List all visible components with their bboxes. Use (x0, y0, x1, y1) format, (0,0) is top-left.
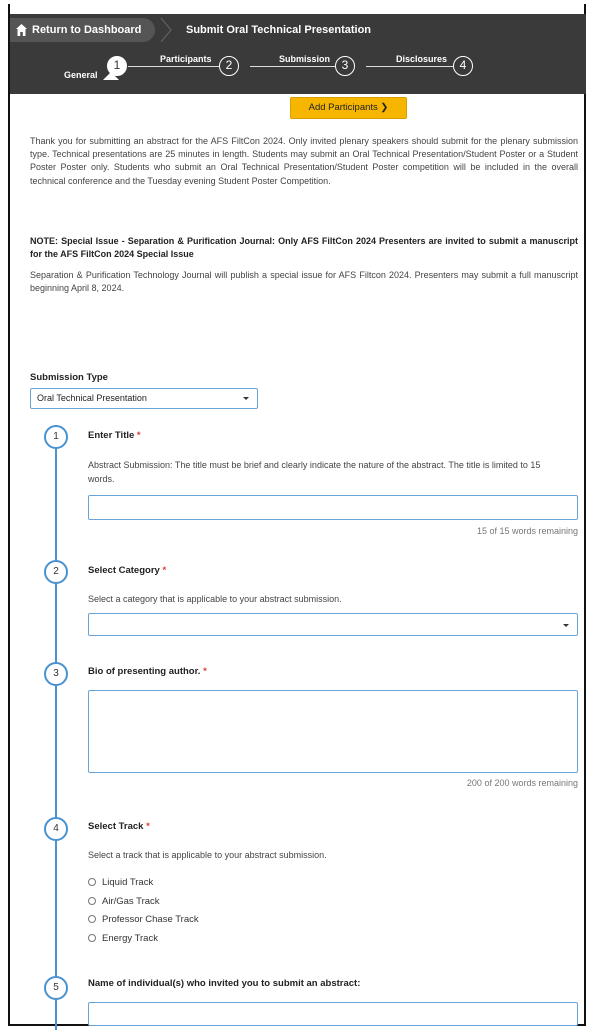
bio-label: Bio of presenting author. * (88, 666, 207, 677)
track-option-energy[interactable]: Energy Track (88, 933, 158, 944)
required-marker: * (162, 565, 167, 576)
question-number-3: 3 (44, 662, 68, 686)
question-number-2: 2 (44, 560, 68, 584)
step-connector (128, 66, 228, 67)
radio-icon (88, 934, 96, 942)
add-participants-button[interactable]: Add Participants ❯ (290, 97, 407, 119)
wizard-steps: General 1 Participants 2 Submission 3 Di… (10, 48, 586, 94)
step-connector (250, 66, 345, 67)
track-option-label: Liquid Track (102, 877, 154, 888)
enter-title-help: Abstract Submission: The title must be b… (88, 460, 541, 484)
submission-type-value: Oral Technical Presentation (37, 393, 147, 403)
select-track-help: Select a track that is applicable to you… (88, 850, 327, 860)
breadcrumb-separator-icon (160, 18, 172, 42)
required-marker: * (136, 430, 141, 441)
header-bar: Return to Dashboard Submit Oral Technica… (10, 14, 586, 94)
select-category-text: Select Category (88, 565, 160, 576)
step-participants-label: Participants (160, 54, 212, 64)
bio-text: Bio of presenting author. (88, 666, 201, 677)
submission-type-label: Submission Type (30, 372, 108, 383)
step-submission-label: Submission (279, 54, 331, 64)
radio-icon (88, 915, 96, 923)
required-marker: * (146, 821, 150, 832)
select-track-label: Select Track * (88, 821, 150, 832)
track-option-air-gas[interactable]: Air/Gas Track (88, 896, 160, 907)
track-option-label: Air/Gas Track (102, 896, 160, 907)
step-disclosures[interactable]: 4 (453, 56, 473, 76)
page-frame: Return to Dashboard Submit Oral Technica… (0, 0, 590, 1030)
enter-title-text: Enter Title (88, 430, 135, 441)
radio-icon (88, 878, 96, 886)
enter-title-label: Enter Title * (88, 430, 141, 441)
active-step-pointer (103, 72, 119, 80)
return-to-dashboard-label: Return to Dashboard (32, 24, 142, 36)
submission-type-select[interactable]: Oral Technical Presentation (30, 388, 258, 409)
track-option-label: Energy Track (102, 933, 158, 944)
breadcrumb: Return to Dashboard Submit Oral Technica… (10, 14, 586, 42)
track-option-label: Professor Chase Track (102, 914, 199, 925)
question-number-4: 4 (44, 817, 68, 841)
track-option-liquid[interactable]: Liquid Track (88, 877, 153, 888)
inviter-name-label: Name of individual(s) who invited you to… (88, 978, 361, 989)
track-option-professor-chase[interactable]: Professor Chase Track (88, 914, 199, 925)
step-disclosures-label: Disclosures (396, 54, 448, 64)
step-general-label: General (64, 70, 98, 80)
required-marker: * (203, 666, 207, 677)
select-category-help: Select a category that is applicable to … (88, 594, 342, 604)
chevron-down-icon (563, 624, 569, 627)
title-input[interactable] (88, 495, 578, 520)
bio-word-count: 200 of 200 words remaining (466, 778, 578, 788)
breadcrumb-current: Submit Oral Technical Presentation (186, 24, 372, 36)
intro-text: Thank you for submitting an abstract for… (30, 136, 578, 186)
question-number-1: 1 (44, 425, 68, 449)
return-to-dashboard-link[interactable]: Return to Dashboard (10, 18, 156, 42)
bio-textarea[interactable] (88, 690, 578, 773)
select-track-text: Select Track (88, 821, 144, 832)
steps-timeline (55, 448, 57, 1030)
special-issue-note: NOTE: Special Issue - Separation & Purif… (30, 236, 578, 260)
step-participants[interactable]: 2 (219, 56, 239, 76)
category-select[interactable] (88, 613, 578, 636)
step-connector (366, 66, 458, 67)
inviter-name-input[interactable] (88, 1002, 578, 1026)
question-number-5: 5 (44, 976, 68, 1000)
chevron-down-icon (243, 397, 249, 400)
special-issue-details: Separation & Purification Technology Jou… (30, 270, 578, 294)
select-category-label: Select Category * (88, 565, 166, 576)
title-word-count: 15 of 15 words remaining (476, 526, 578, 536)
step-submission[interactable]: 3 (335, 56, 355, 76)
home-icon (16, 24, 27, 36)
radio-icon (88, 897, 96, 905)
